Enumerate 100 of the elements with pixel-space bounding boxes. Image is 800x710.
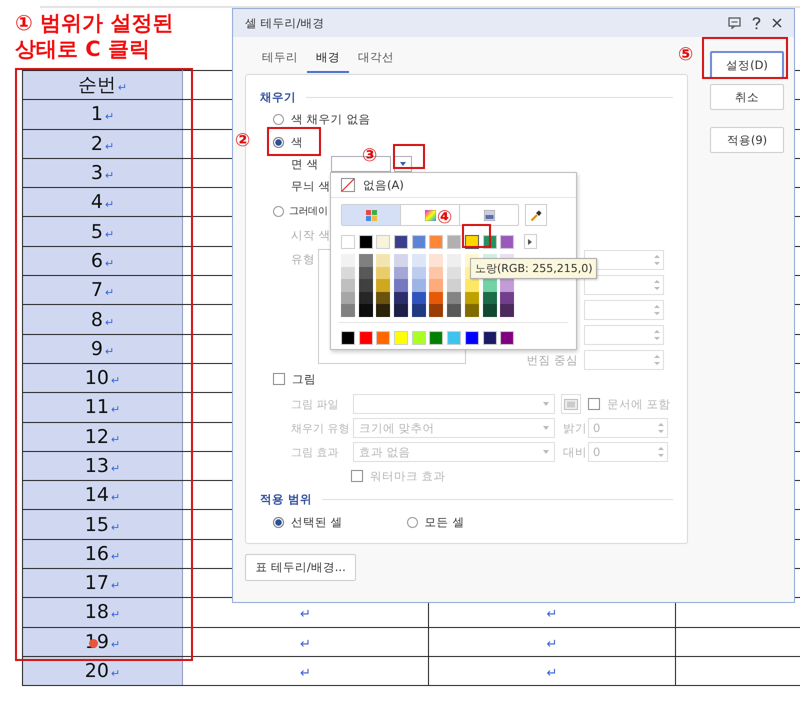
window-title: 셀 테두리/배경 (245, 16, 325, 30)
color-swatch[interactable] (412, 304, 426, 316)
radio-button[interactable] (273, 137, 284, 148)
table-cell: 3↵ (22, 158, 182, 188)
step-number: ④ (437, 208, 452, 228)
dialog-button[interactable]: 설정(D) (710, 51, 784, 79)
color-swatch[interactable] (464, 304, 479, 316)
color-swatch[interactable] (429, 254, 444, 266)
section-title: 적용 범위 (260, 492, 312, 506)
color-swatch[interactable] (447, 279, 462, 292)
dialog-button[interactable]: 취소 (710, 84, 784, 110)
color-swatch[interactable] (358, 292, 373, 304)
paragraph-mark: ↵ (300, 607, 311, 622)
field-label: 그림 효과 (291, 444, 340, 460)
color-swatch[interactable] (341, 304, 355, 316)
color-swatch[interactable] (376, 266, 390, 279)
color-swatch[interactable] (482, 279, 496, 292)
color-swatch[interactable] (358, 254, 373, 266)
color-swatch[interactable] (482, 292, 496, 304)
color-swatch[interactable] (358, 266, 373, 279)
color-swatch[interactable] (500, 279, 514, 292)
color-swatch[interactable] (358, 304, 373, 316)
table-cell: 7↵ (22, 276, 182, 305)
color-swatch[interactable] (341, 266, 355, 279)
color-swatch[interactable] (394, 254, 408, 266)
eyedropper-button[interactable] (525, 204, 547, 226)
color-swatch[interactable] (429, 279, 444, 292)
color-swatch[interactable] (394, 292, 408, 304)
paragraph-mark: ↵ (546, 607, 558, 622)
table-cell: 8↵ (22, 304, 182, 334)
field-label: 무늬 색 (291, 178, 331, 194)
color-swatch[interactable] (482, 304, 496, 316)
annotation-heading: ① 범위가 설정된 상태로 C 클릭 (15, 10, 174, 63)
radio-label[interactable]: 모든 셀 (424, 514, 464, 530)
spin-field[interactable] (584, 325, 664, 345)
table-cell: 18↵ (22, 598, 182, 628)
color-swatch[interactable] (376, 279, 390, 292)
color-swatch[interactable] (412, 266, 426, 279)
paragraph-mark: ↵ (546, 636, 558, 652)
radio-button[interactable] (406, 516, 418, 528)
color-swatch[interactable] (394, 266, 408, 279)
color-swatch[interactable] (394, 304, 408, 316)
tab[interactable]: 대각선 (349, 41, 403, 73)
field-label: 유형 (291, 251, 316, 267)
color-swatch[interactable] (376, 254, 390, 266)
color-swatch[interactable] (464, 279, 479, 292)
caret-icon (528, 238, 532, 244)
radio-button[interactable] (273, 516, 284, 528)
color-swatch[interactable] (447, 292, 462, 304)
table-cell: 15↵ (22, 510, 182, 540)
color-swatch[interactable] (429, 304, 444, 316)
color-swatch[interactable] (447, 254, 462, 266)
color-swatch[interactable] (412, 254, 426, 266)
color-swatch[interactable] (447, 266, 462, 279)
color-mode-tab[interactable] (342, 205, 400, 225)
no-color-option[interactable]: 없음(A) (331, 173, 576, 198)
color-swatch[interactable] (500, 304, 514, 316)
spin-arrows-icon (654, 279, 660, 291)
spectrum-icon (424, 210, 436, 220)
color-swatch[interactable] (429, 266, 444, 279)
caret-icon (543, 450, 549, 454)
radio-button[interactable] (273, 206, 284, 216)
radio-label[interactable]: 색 (291, 135, 303, 150)
spin-field[interactable] (584, 350, 664, 370)
color-swatch[interactable] (394, 279, 408, 292)
more-colors-button[interactable] (524, 234, 537, 249)
color-swatch[interactable] (412, 279, 426, 292)
radio-label[interactable]: 그러데이 (289, 204, 328, 218)
help-icon[interactable] (752, 16, 761, 30)
spin-field[interactable] (584, 275, 664, 295)
color-swatch[interactable] (376, 304, 390, 316)
table-border-button[interactable]: 표 테두리/배경... (245, 554, 356, 581)
field-label: 채우기 유형 (291, 420, 350, 436)
color-swatch[interactable] (500, 292, 514, 304)
color-swatch[interactable] (376, 292, 390, 304)
color-swatch[interactable] (341, 292, 355, 304)
tab[interactable]: 테두리 (253, 41, 307, 73)
caret-icon (400, 162, 406, 166)
field-label: 시작 색 (291, 228, 331, 242)
color-swatch[interactable] (429, 292, 444, 304)
radio-button[interactable] (273, 114, 284, 125)
field-label: 대비 (563, 444, 588, 460)
color-swatch[interactable] (358, 279, 373, 292)
dialog-button[interactable]: 적용(9) (710, 127, 784, 153)
spin-field[interactable] (584, 300, 664, 320)
color-swatch[interactable] (464, 292, 479, 304)
field-label: 면 색 (291, 156, 320, 172)
field-label: 밝기 (563, 420, 588, 436)
radio-label[interactable]: 색 채우기 없음 (291, 112, 370, 127)
radio-label[interactable]: 선택된 셀 (291, 514, 343, 530)
paragraph-mark: ↵ (546, 666, 558, 682)
color-swatch[interactable] (412, 292, 426, 304)
color-swatch[interactable] (447, 304, 462, 316)
paragraph-mark: ↵ (300, 666, 311, 682)
close-icon[interactable] (772, 18, 782, 28)
color-swatch[interactable] (341, 279, 355, 292)
table-cell: 4↵ (22, 188, 182, 217)
step-number: ② (235, 131, 250, 151)
comment-icon[interactable] (728, 17, 741, 29)
color-swatch[interactable] (341, 254, 355, 266)
